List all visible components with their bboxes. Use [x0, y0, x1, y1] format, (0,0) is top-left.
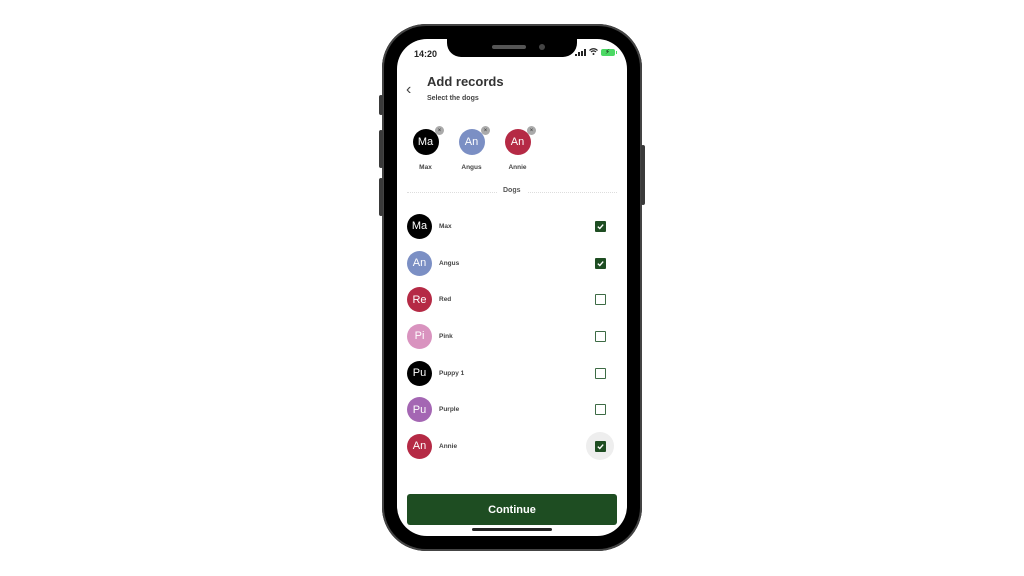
chip-label: Max: [419, 164, 432, 171]
home-indicator: [472, 528, 552, 531]
camera: [539, 44, 545, 50]
notch: [447, 39, 577, 57]
checkbox[interactable]: [594, 367, 606, 379]
checkbox[interactable]: [594, 220, 606, 232]
avatar: An: [458, 129, 485, 155]
section-label: Dogs: [497, 187, 527, 194]
avatar: An: [407, 433, 432, 459]
list-item[interactable]: An Angus: [407, 245, 617, 282]
back-button[interactable]: ‹: [406, 81, 411, 99]
dog-list: Ma Max An Angus Re Red Pi Pink Pu Puppy …: [407, 208, 617, 465]
avatar: Ma: [407, 213, 432, 239]
list-item[interactable]: Pu Purple: [407, 391, 617, 428]
page-title: Add records: [427, 74, 504, 89]
list-item[interactable]: Ma Max: [407, 208, 617, 245]
checkbox-wrap: [586, 212, 614, 240]
dog-name: Annie: [439, 442, 458, 450]
selected-dogs: Ma × Max An × Angus An × Annie: [412, 126, 536, 171]
avatar: An: [407, 250, 432, 276]
avatar: Ma: [412, 129, 439, 155]
check-icon: [596, 260, 604, 266]
checkbox[interactable]: [594, 440, 606, 452]
continue-button[interactable]: Continue: [407, 494, 617, 525]
list-item[interactable]: Re Red: [407, 281, 617, 318]
selected-chip: An × Angus: [458, 126, 490, 171]
remove-chip-button[interactable]: ×: [527, 126, 536, 135]
checkbox-wrap: [586, 322, 614, 350]
volume-up-button: [379, 130, 383, 168]
volume-down-button: [379, 178, 383, 216]
status-time: 14:20: [414, 49, 438, 59]
avatar: Pu: [407, 397, 432, 423]
checkbox[interactable]: [594, 404, 606, 416]
wifi-icon: [589, 48, 598, 57]
checkbox-wrap: [586, 359, 614, 387]
dog-name: Pink: [439, 332, 453, 340]
mute-switch: [379, 95, 383, 115]
chip-label: Angus: [461, 164, 482, 171]
check-icon: [596, 223, 604, 230]
list-item[interactable]: Pu Puppy 1: [407, 355, 617, 392]
checkbox[interactable]: [594, 294, 606, 306]
app-screen: 14:20 ⚡ ‹ Add records Select the dogs Ma…: [397, 39, 627, 536]
avatar: An: [504, 129, 531, 155]
avatar: Pu: [407, 360, 432, 386]
check-icon: [596, 444, 604, 450]
dog-name: Angus: [439, 259, 460, 267]
dog-name: Purple: [439, 406, 460, 414]
list-item[interactable]: An Annie: [407, 428, 617, 465]
page-subtitle: Select the dogs: [427, 95, 479, 102]
avatar: Re: [407, 287, 432, 313]
checkbox-wrap: [586, 432, 614, 461]
dog-name: Puppy 1: [439, 369, 465, 377]
status-icons: ⚡: [575, 48, 617, 57]
remove-chip-button[interactable]: ×: [481, 126, 490, 135]
dog-name: Max: [439, 222, 452, 230]
list-item[interactable]: Pi Pink: [407, 318, 617, 355]
remove-chip-button[interactable]: ×: [435, 126, 444, 135]
checkbox-wrap: [586, 249, 614, 277]
checkbox[interactable]: [594, 257, 606, 269]
selected-chip: An × Annie: [504, 126, 536, 171]
battery-charging-icon: ⚡: [601, 49, 617, 56]
chip-label: Annie: [508, 164, 527, 171]
checkbox[interactable]: [594, 330, 606, 342]
signal-icon: [575, 49, 586, 56]
checkbox-wrap: [586, 286, 614, 314]
power-button: [641, 145, 645, 205]
checkbox-wrap: [586, 396, 614, 424]
selected-chip: Ma × Max: [412, 126, 444, 171]
avatar: Pi: [407, 323, 432, 349]
speaker: [492, 45, 526, 49]
dog-name: Red: [439, 296, 452, 304]
